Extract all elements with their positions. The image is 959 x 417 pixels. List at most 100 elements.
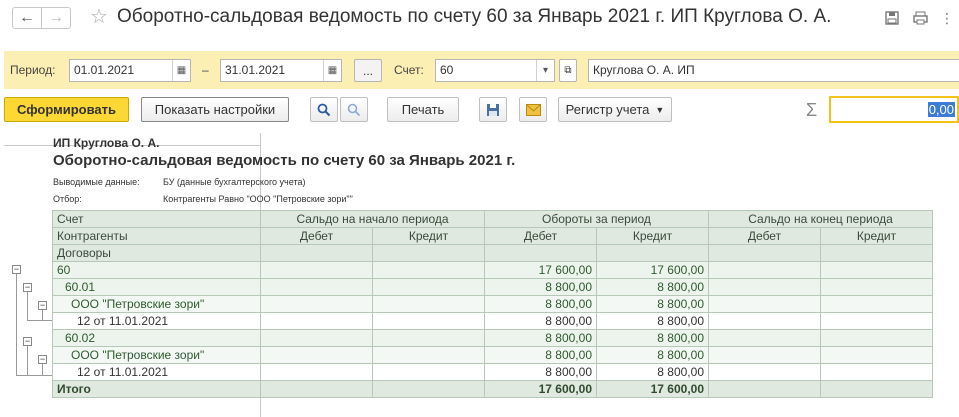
row-label: 12 от 11.01.2021 [52, 363, 261, 381]
register-label: Регистр учета [565, 102, 650, 117]
tree-line [27, 341, 28, 375]
header-row: Договоры [52, 244, 933, 262]
date-from-value: 01.01.2021 [74, 63, 135, 77]
calendar-icon[interactable]: ▦ [172, 60, 190, 81]
table-row[interactable]: 60.02 8 800,00 8 800,00 [52, 329, 933, 347]
sum-field[interactable]: 0,00 [829, 96, 959, 123]
open-account-button[interactable]: ⧉ [559, 59, 577, 82]
collapse-group-icon[interactable]: − [38, 301, 47, 310]
period-label: Период: [10, 63, 56, 77]
table-row[interactable]: 12 от 11.01.2021 8 800,00 8 800,00 [52, 363, 933, 381]
table-row[interactable]: 60.01 8 800,00 8 800,00 [52, 278, 933, 296]
row-label: ООО "Петровские зори" [52, 346, 261, 364]
window-title: Оборотно-сальдовая ведомость по счету 60… [117, 6, 832, 27]
filter-label: Отбор: [53, 194, 82, 204]
period-select-button[interactable]: ... [354, 59, 382, 82]
total-credit-turnover: 17 600,00 [596, 380, 709, 398]
parameters-bar: Период: 01.01.2021 ▦ – 31.01.2021 ▦ ... … [4, 51, 959, 89]
favorite-star-icon[interactable]: ☆ [90, 4, 108, 29]
table-row[interactable]: ООО "Петровские зори" 8 800,00 8 800,00 [52, 346, 933, 364]
search-cancel-icon [347, 103, 361, 116]
debit-turnover: 8 800,00 [484, 363, 597, 381]
print-button[interactable]: Печать [387, 97, 459, 122]
tree-line [27, 287, 28, 321]
back-button[interactable]: ← [12, 7, 42, 29]
tree-line [16, 269, 17, 376]
table-row[interactable]: 60 17 600,00 17 600,00 [52, 261, 933, 279]
period-dash: – [202, 63, 209, 77]
debit-turnover: 8 800,00 [484, 329, 597, 347]
header-credit: Кредит [820, 227, 933, 245]
debit-turnover: 17 600,00 [484, 261, 597, 279]
collapse-group-icon[interactable]: − [38, 355, 47, 364]
chevron-down-icon[interactable]: ▾ [536, 60, 554, 81]
header-row: Счет Сальдо на начало периода Обороты за… [52, 210, 933, 228]
date-from-input[interactable]: 01.01.2021 ▦ [69, 59, 191, 82]
sum-icon: Σ [806, 100, 818, 120]
output-value: БУ (данные бухгалтерского учета) [163, 177, 306, 187]
debit-turnover: 8 800,00 [484, 312, 597, 330]
collapse-group-icon[interactable]: − [23, 283, 32, 292]
header-credit: Кредит [372, 227, 485, 245]
open-link-icon: ⧉ [564, 65, 572, 76]
search-button[interactable] [310, 97, 338, 122]
report-organization: ИП Круглова О. А. [53, 136, 160, 150]
table-row[interactable]: 12 от 11.01.2021 8 800,00 8 800,00 [52, 312, 933, 330]
collapse-group-icon[interactable]: − [12, 265, 21, 274]
date-to-input[interactable]: 31.01.2021 ▦ [220, 59, 342, 82]
report-table: Счет Сальдо на начало периода Обороты за… [52, 210, 933, 398]
save-report-button[interactable] [479, 97, 507, 122]
more-icon[interactable]: ⋮ [939, 10, 955, 26]
forward-button[interactable]: → [41, 7, 71, 29]
filter-value: Контрагенты Равно "ООО "Петровские зори"… [163, 194, 353, 204]
send-email-button[interactable] [519, 97, 547, 122]
report-area: ИП Круглова О. А. Оборотно-сальдовая вед… [4, 133, 959, 417]
calendar-icon[interactable]: ▦ [323, 60, 341, 81]
sum-value: 0,00 [927, 102, 955, 117]
header-debit: Дебет [484, 227, 597, 245]
row-label: ООО "Петровские зори" [52, 295, 261, 313]
generate-button[interactable]: Сформировать [4, 97, 129, 122]
print-icon[interactable] [912, 10, 928, 26]
register-button[interactable]: Регистр учета ▼ [558, 97, 672, 122]
total-debit-turnover: 17 600,00 [484, 380, 597, 398]
table-row[interactable]: ООО "Петровские зори" 8 800,00 8 800,00 [52, 295, 933, 313]
debit-turnover: 8 800,00 [484, 278, 597, 296]
row-label: 60 [52, 261, 261, 279]
total-label: Итого [52, 380, 261, 398]
search-icon [317, 103, 331, 116]
tree-line [42, 320, 52, 321]
collapse-group-icon[interactable]: − [23, 337, 32, 346]
credit-turnover: 8 800,00 [596, 312, 709, 330]
tree-line [16, 375, 52, 376]
show-settings-button[interactable]: Показать настройки [141, 97, 289, 122]
header-account: Счет [52, 210, 261, 228]
arrow-right-icon: → [48, 9, 64, 26]
credit-turnover: 8 800,00 [596, 329, 709, 347]
header-debit: Дебет [708, 227, 821, 245]
header-counterparties: Контрагенты [52, 227, 261, 245]
credit-turnover: 8 800,00 [596, 363, 709, 381]
header-contracts: Договоры [52, 244, 261, 262]
account-value: 60 [440, 63, 454, 77]
total-row[interactable]: Итого 17 600,00 17 600,00 [52, 380, 933, 398]
organization-value: Круглова О. А. ИП [593, 63, 695, 77]
account-input[interactable]: 60 ▾ [435, 59, 555, 82]
save-icon[interactable] [884, 10, 900, 26]
credit-turnover: 8 800,00 [596, 278, 709, 296]
output-label: Выводимые данные: [53, 177, 140, 187]
header-turnover: Обороты за период [484, 210, 709, 228]
credit-turnover: 8 800,00 [596, 346, 709, 364]
row-label: 60.02 [52, 329, 261, 347]
organization-input[interactable]: Круглова О. А. ИП [588, 59, 959, 82]
header-opening: Сальдо на начало периода [260, 210, 485, 228]
header-debit: Дебет [260, 227, 373, 245]
date-to-value: 31.01.2021 [225, 63, 286, 77]
header-credit: Кредит [596, 227, 709, 245]
header-closing: Сальдо на конец периода [708, 210, 933, 228]
debit-turnover: 8 800,00 [484, 295, 597, 313]
debit-turnover: 8 800,00 [484, 346, 597, 364]
save-icon [487, 103, 499, 116]
cancel-search-button[interactable] [340, 97, 368, 122]
arrow-left-icon: ← [19, 9, 35, 26]
